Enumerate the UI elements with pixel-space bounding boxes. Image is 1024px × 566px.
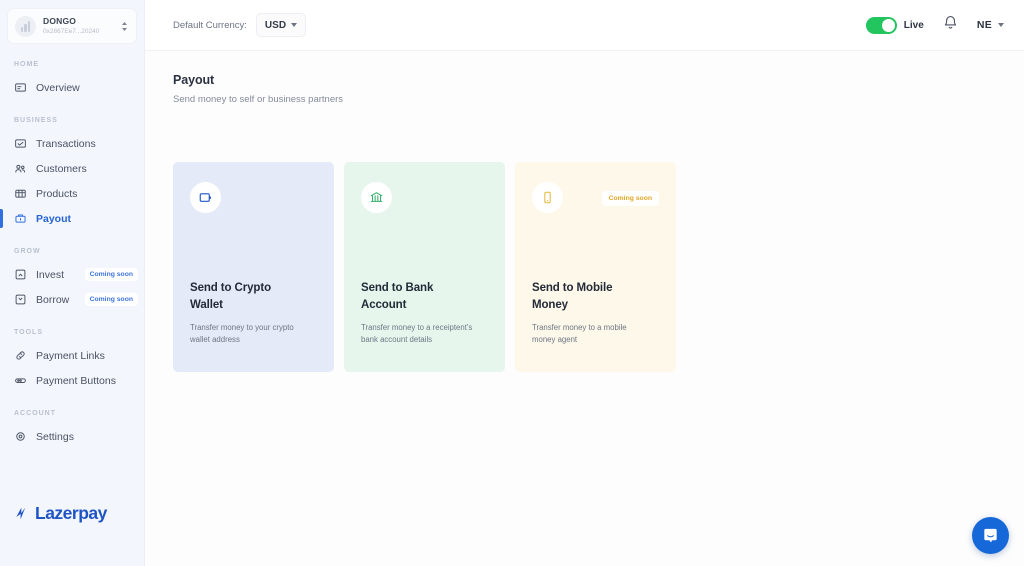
account-name: DONGO xyxy=(43,15,77,26)
overview-icon xyxy=(14,81,27,94)
card-title: Send to Mobile Money xyxy=(532,282,613,311)
up-down-chevrons-icon xyxy=(120,21,129,32)
sidebar-item-settings[interactable]: Settings xyxy=(0,424,144,449)
payout-card-send-to-mobile-money[interactable]: Coming soon Send to Mobile Money Transfer … xyxy=(515,162,676,372)
sidebar-item-transactions[interactable]: Transactions xyxy=(0,131,144,156)
sidebar-item-label: Products xyxy=(36,187,78,200)
card-header xyxy=(190,182,317,213)
chevron-down-icon xyxy=(291,23,298,27)
bell-icon xyxy=(944,15,956,29)
sidebar-item-invest[interactable]: Invest Coming soon xyxy=(0,262,144,287)
wallet-icon xyxy=(190,182,221,213)
page-title: Payout xyxy=(173,73,215,87)
user-initials: NE xyxy=(976,19,992,31)
sidebar: DONGO 0x2867Ee7...20240 HOME Overview BUSI… xyxy=(0,0,145,566)
sidebar-section-label: TOOLS xyxy=(14,329,43,336)
sidebar-item-label: Customers xyxy=(36,162,87,175)
sidebar-item-products[interactable]: Products xyxy=(0,181,144,206)
sidebar-section-label: ACCOUNT xyxy=(14,410,56,417)
notifications-button[interactable] xyxy=(943,15,958,36)
toggle-knob xyxy=(881,18,895,32)
coming-soon-badge: Coming soon xyxy=(601,191,659,206)
borrow-icon xyxy=(14,293,27,306)
mobile-phone-icon xyxy=(532,182,563,213)
chevron-down-icon xyxy=(998,23,1004,27)
coming-soon-badge: Coming soon xyxy=(84,268,138,281)
sidebar-section-account: ACCOUNT Settings xyxy=(0,410,144,449)
app-root: DONGO 0x2867Ee7...20240 HOME Overview BUSI… xyxy=(0,0,1024,566)
card-title: Send to Crypto Wallet xyxy=(190,282,272,311)
bank-icon xyxy=(361,182,392,213)
account-info: DONGO 0x2867Ee7...20240 xyxy=(36,16,120,37)
main-area: Default Currency: USD Live NE Payout Sen… xyxy=(145,0,1024,566)
sidebar-item-overview[interactable]: Overview xyxy=(0,75,144,100)
card-header: Coming soon xyxy=(532,182,659,213)
lazerpay-logo-icon xyxy=(16,507,26,520)
brand-name: Lazerpay xyxy=(35,503,107,523)
intercom-chat-icon xyxy=(984,528,997,543)
sidebar-item-payment-buttons[interactable]: Payment Buttons xyxy=(0,368,144,393)
card-description: Transfer money to a mobile money agent xyxy=(532,323,627,344)
sidebar-section-business: BUSINESS Transactions Customers Products Pay… xyxy=(0,117,144,231)
chat-launcher-button[interactable] xyxy=(972,517,1009,554)
card-body: Send to Bank Account Transfer money to a … xyxy=(361,280,488,372)
bar-chart-avatar-icon xyxy=(15,15,36,37)
topbar-right: Live NE xyxy=(865,15,1004,36)
sidebar-nav: HOME Overview BUSINESS Transactions Customer… xyxy=(0,61,144,449)
sidebar-section-tools: TOOLS Payment Links Payment Buttons xyxy=(0,329,144,393)
payout-card-send-to-bank-account[interactable]: Send to Bank Account Transfer money to a … xyxy=(344,162,505,372)
payout-icon xyxy=(14,212,27,225)
page-content: Payout Send money to self or business pa… xyxy=(145,51,1024,372)
card-body: Send to Crypto Wallet Transfer money to y… xyxy=(190,280,317,372)
sidebar-item-label: Payment Links xyxy=(36,349,105,362)
sidebar-item-label: Payment Buttons xyxy=(36,374,116,387)
sidebar-item-label: Invest xyxy=(36,268,65,281)
coming-soon-badge: Coming soon xyxy=(84,293,138,306)
sidebar-section-label: GROW xyxy=(14,248,41,255)
invest-icon xyxy=(14,268,27,281)
sidebar-item-label: Payout xyxy=(36,212,72,225)
currency-select[interactable]: USD xyxy=(255,13,307,37)
sidebar-section-label: BUSINESS xyxy=(14,117,58,124)
sidebar-item-label: Transactions xyxy=(36,137,96,150)
card-description: Transfer money to a receiptent's bank ac… xyxy=(361,323,473,344)
payout-card-send-to-crypto-wallet[interactable]: Send to Crypto Wallet Transfer money to y… xyxy=(173,162,334,372)
transactions-icon xyxy=(14,137,27,150)
sidebar-item-borrow[interactable]: Borrow Coming soon xyxy=(0,287,144,312)
link-icon xyxy=(14,349,27,362)
gear-icon xyxy=(14,430,27,443)
card-header xyxy=(361,182,488,213)
sidebar-item-label: Settings xyxy=(36,430,74,443)
sidebar-section-home: HOME Overview xyxy=(0,61,144,100)
sidebar-item-payment-links[interactable]: Payment Links xyxy=(0,343,144,368)
sidebar-item-payout[interactable]: Payout xyxy=(0,206,144,231)
topbar: Default Currency: USD Live NE xyxy=(145,0,1024,51)
payout-options: Send to Crypto Wallet Transfer money to y… xyxy=(173,162,996,372)
live-mode-toggle[interactable]: Live xyxy=(865,16,924,34)
sidebar-section-grow: GROW Invest Coming soon Borrow Coming soon xyxy=(0,248,144,312)
toggle-track[interactable] xyxy=(865,16,897,34)
currency-label: Default Currency: xyxy=(173,19,247,31)
card-body: Send to Mobile Money Transfer money to a … xyxy=(532,280,659,372)
sidebar-section-label: HOME xyxy=(14,61,39,68)
sidebar-item-customers[interactable]: Customers xyxy=(0,156,144,181)
page-subtitle: Send money to self or business partners xyxy=(173,94,344,105)
user-menu[interactable]: NE xyxy=(977,19,1004,31)
customers-icon xyxy=(14,162,27,175)
currency-value: USD xyxy=(264,19,287,31)
card-description: Transfer money to your crypto wallet add… xyxy=(190,323,294,344)
live-mode-label: Live xyxy=(903,19,924,31)
sidebar-item-label: Borrow xyxy=(36,293,70,306)
sidebar-item-label: Overview xyxy=(36,81,80,94)
card-title: Send to Bank Account xyxy=(361,282,434,311)
brand-logo: Lazerpay xyxy=(14,503,107,524)
account-address: 0x2867Ee7...20240 xyxy=(43,27,100,35)
button-icon xyxy=(14,374,27,387)
account-switcher[interactable]: DONGO 0x2867Ee7...20240 xyxy=(7,8,137,44)
products-icon xyxy=(14,187,27,200)
